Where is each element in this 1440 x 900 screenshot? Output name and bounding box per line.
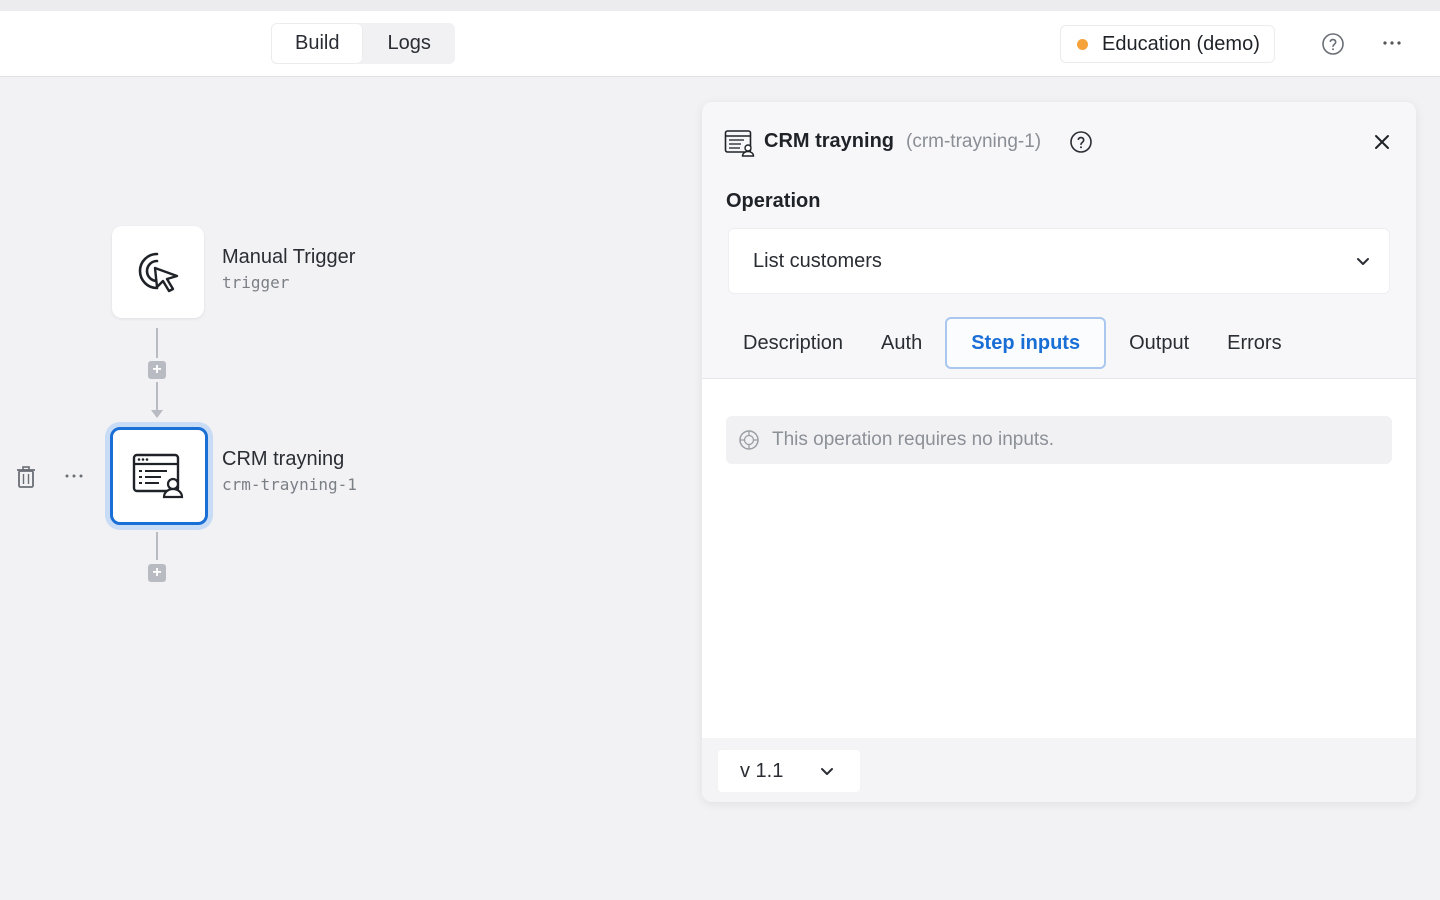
node-manual-trigger-label: Manual Trigger trigger: [222, 246, 355, 292]
tab-step-inputs[interactable]: Step inputs: [945, 317, 1107, 369]
panel-footer: v 1.1: [702, 738, 1416, 802]
node-subtitle: crm-trayning-1: [222, 475, 357, 494]
environment-status-dot: [1077, 38, 1088, 50]
connector-line: [156, 328, 158, 358]
info-notice: This operation requires no inputs.: [726, 416, 1392, 464]
info-icon: [739, 430, 759, 450]
operation-value: List customers: [753, 249, 882, 272]
close-icon[interactable]: [1370, 130, 1394, 154]
node-crm-trayning[interactable]: [110, 427, 208, 525]
panel-tabs: Description Auth Step inputs Output Erro…: [724, 317, 1301, 369]
node-crm-trayning-label: CRM trayning crm-trayning-1: [222, 448, 357, 494]
connector-line: [156, 382, 158, 410]
crm-icon: [724, 130, 755, 157]
node-title: CRM trayning: [222, 448, 345, 470]
crm-icon: [132, 453, 184, 499]
tab-errors[interactable]: Errors: [1208, 317, 1300, 369]
connector-arrow: [151, 410, 163, 418]
tab-auth[interactable]: Auth: [862, 317, 941, 369]
tab-description[interactable]: Description: [724, 317, 862, 369]
tab-build[interactable]: Build: [271, 23, 364, 64]
node-more-options-icon[interactable]: [62, 464, 86, 488]
node-title: Manual Trigger: [222, 246, 356, 268]
tab-logs[interactable]: Logs: [363, 23, 454, 64]
step-config-panel: CRM trayning (crm-trayning-1) Operation …: [702, 102, 1416, 802]
connector-line: [156, 532, 158, 560]
notice-text: This operation requires no inputs.: [772, 429, 1054, 450]
help-icon[interactable]: [1069, 130, 1093, 154]
more-options-icon[interactable]: [1380, 29, 1404, 57]
node-manual-trigger[interactable]: [112, 226, 204, 318]
panel-slug: (crm-trayning-1): [906, 131, 1042, 152]
environment-selector[interactable]: Education (demo): [1060, 25, 1275, 63]
chevron-down-icon: [1357, 258, 1369, 265]
chevron-down-icon: [821, 768, 833, 775]
panel-title: CRM trayning: [764, 130, 894, 152]
version-select[interactable]: v 1.1: [718, 750, 860, 792]
top-strip: [0, 0, 1440, 11]
tab-output[interactable]: Output: [1110, 317, 1208, 369]
operation-select[interactable]: List customers: [728, 228, 1390, 294]
node-subtitle: trigger: [222, 273, 290, 292]
mode-tabs: Build Logs: [271, 23, 455, 64]
app-header: Build Logs Education (demo): [0, 11, 1440, 77]
add-step-button[interactable]: +: [148, 361, 166, 379]
help-icon[interactable]: [1321, 32, 1345, 56]
version-value: v 1.1: [740, 759, 784, 782]
cursor-click-icon: [138, 252, 179, 293]
operation-label: Operation: [726, 190, 821, 212]
environment-label: Education (demo): [1102, 32, 1260, 55]
add-step-button[interactable]: +: [148, 564, 166, 582]
trash-icon[interactable]: [16, 465, 36, 489]
